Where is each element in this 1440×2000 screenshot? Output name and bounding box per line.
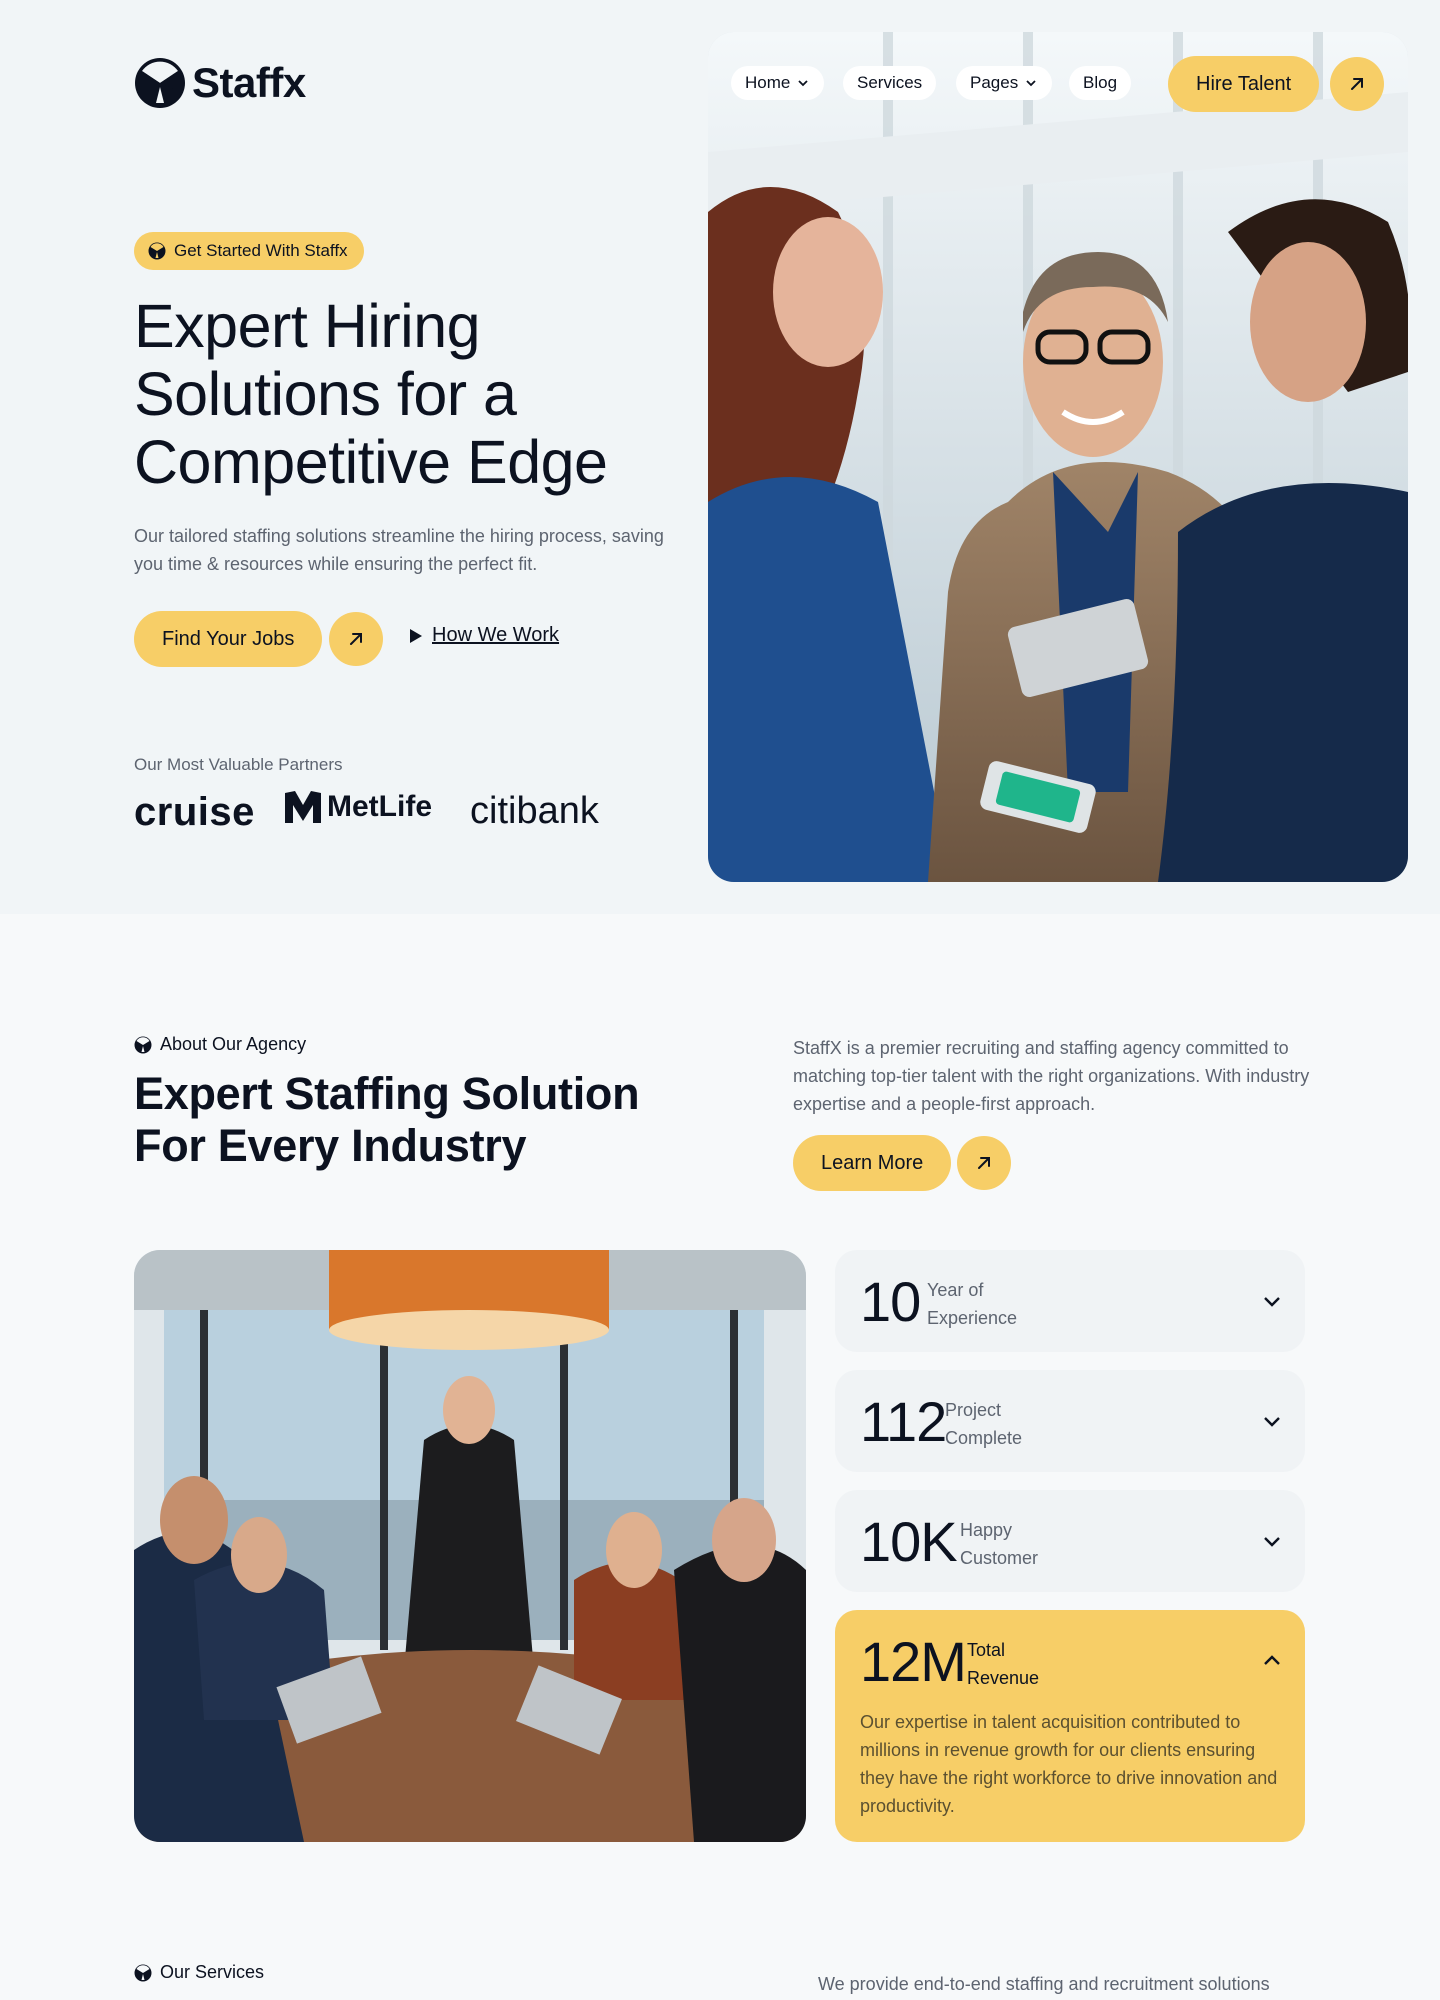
stat-value: 12M [860, 1630, 967, 1693]
stat-card-experience[interactable]: 10 Year of Experience [835, 1250, 1305, 1352]
hero-description: Our tailored staffing solutions streamli… [134, 526, 664, 574]
stat-value: 112 [860, 1390, 947, 1453]
stat-label: Year of Experience [927, 1280, 1018, 1328]
hero-badge: Get Started With Staffx [134, 232, 364, 270]
hero-badge-label: Get Started With Staffx [174, 241, 348, 260]
find-jobs-arrow-button[interactable] [329, 612, 383, 666]
chevron-down-icon [1264, 1297, 1280, 1307]
stat-card-revenue[interactable]: 12M Total Revenue Our expertise in talen… [835, 1610, 1305, 1842]
metlife-mark-icon [285, 791, 321, 823]
stat-label: Happy Customer [960, 1520, 1039, 1568]
stat-card-projects[interactable]: 112 Project Complete [835, 1370, 1305, 1472]
nav-services[interactable]: Services [843, 66, 937, 100]
logo[interactable]: Staffx [134, 57, 306, 109]
chevron-down-icon [1264, 1417, 1280, 1427]
logo-mini-icon [134, 1964, 152, 1981]
hero-section: Staffx Get Started With Staffx Expert Hi… [0, 0, 1440, 914]
chevron-down-icon [1026, 80, 1036, 87]
nav-blog-label: Blog [1083, 73, 1118, 92]
chevron-down-icon [1264, 1537, 1280, 1547]
learn-more-button[interactable]: Learn More [793, 1135, 952, 1191]
stat-label: Total Revenue [967, 1640, 1040, 1688]
metlife-wordmark: MetLife [327, 790, 432, 823]
stat-card-customers[interactable]: 10K Happy Customer [835, 1490, 1305, 1592]
partner-logo-metlife: MetLife [285, 790, 432, 824]
logo-mini-icon [134, 1036, 152, 1053]
nav-home-label: Home [745, 73, 791, 92]
nav-home[interactable]: Home [731, 66, 825, 100]
logo-text: Staffx [192, 59, 306, 106]
play-icon [410, 628, 422, 643]
arrow-up-right-icon [350, 633, 362, 645]
nav-services-label: Services [857, 73, 923, 92]
logo-icon [135, 58, 185, 108]
about-tag: About Our Agency [134, 1034, 306, 1055]
services-tag: Our Services [134, 1962, 264, 1983]
hero-image [708, 32, 1408, 882]
stat-value: 10K [860, 1510, 958, 1573]
services-description: We provide end-to-end staffing and recru… [818, 1974, 1270, 1994]
logo-mini-icon [148, 242, 166, 260]
about-tag-label: About Our Agency [160, 1034, 307, 1054]
chevron-down-icon [798, 80, 808, 87]
how-we-work-label: How We Work [432, 624, 560, 646]
hero-photo-illustration [708, 32, 1408, 882]
partners-label: Our Most Valuable Partners [134, 755, 343, 774]
hero-title: Expert Hiring Solutions for a Competitiv… [134, 292, 608, 496]
nav-blog[interactable]: Blog [1069, 66, 1132, 100]
partner-logo-cruise: cruise [134, 790, 255, 834]
hire-talent-arrow-button[interactable] [1330, 57, 1384, 111]
meeting-photo-illustration [134, 1250, 806, 1842]
arrow-up-right-icon [1351, 78, 1363, 90]
arrow-up-right-icon [978, 1157, 990, 1169]
find-jobs-button[interactable]: Find Your Jobs [134, 611, 323, 667]
hire-talent-button[interactable]: Hire Talent [1168, 56, 1320, 112]
nav-pages-label: Pages [970, 73, 1019, 92]
learn-more-arrow-button[interactable] [957, 1136, 1011, 1190]
meeting-image [134, 1250, 806, 1842]
stat-value: 10 [860, 1270, 921, 1333]
stat-description: Our expertise in talent acquisition cont… [860, 1712, 1278, 1816]
about-title: Expert Staffing Solution For Every Indus… [134, 1068, 640, 1171]
partner-logo-citibank: citibank [470, 790, 599, 832]
about-description: StaffX is a premier recruiting and staff… [793, 1038, 1310, 1114]
stat-label: Project Complete [945, 1400, 1023, 1448]
chevron-up-icon [1264, 1655, 1280, 1665]
services-tag-label: Our Services [160, 1962, 265, 1982]
how-we-work-link[interactable]: How We Work [410, 624, 559, 647]
nav-pages[interactable]: Pages [956, 66, 1053, 100]
